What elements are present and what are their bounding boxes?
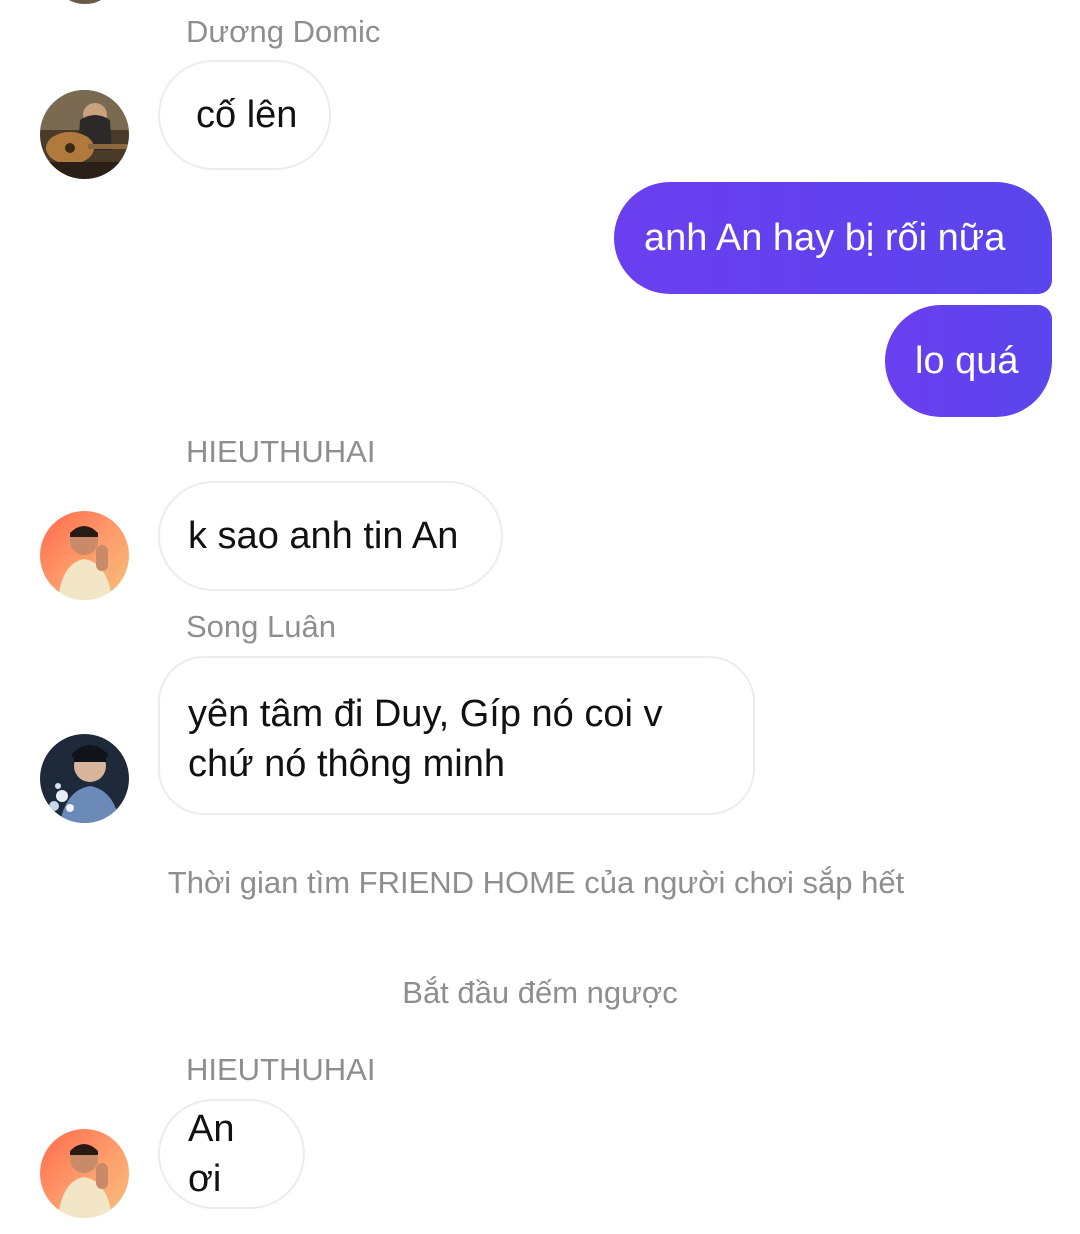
avatar-image	[40, 734, 129, 823]
message-text-block: yên tâm đi Duy, Gíp nó coi v chứ nó thôn…	[188, 689, 663, 789]
message-bubble-incoming[interactable]: yên tâm đi Duy, Gíp nó coi v chứ nó thôn…	[158, 656, 755, 815]
system-notice: Thời gian tìm FRIEND HOME của người chơi…	[167, 865, 905, 900]
avatar-image	[40, 1129, 129, 1218]
message-text-line: chứ nó thông minh	[188, 742, 505, 785]
avatar-hieuthuhai[interactable]	[40, 1129, 129, 1218]
sender-name: Dương Domic	[186, 14, 381, 49]
system-notice: Bắt đầu đếm ngược	[402, 975, 678, 1010]
message-bubble-incoming[interactable]: k sao anh tin An	[158, 481, 503, 591]
avatar-duong-domic[interactable]	[40, 90, 129, 179]
sender-name: HIEUTHUHAI	[186, 1052, 376, 1087]
avatar-image	[40, 511, 129, 600]
message-text: k sao anh tin An	[188, 515, 459, 557]
avatar-hieuthuhai[interactable]	[40, 511, 129, 600]
sender-name: HIEUTHUHAI	[186, 434, 376, 469]
message-text: An ơi	[188, 1108, 235, 1200]
message-text: anh An hay bị rối nữa	[644, 217, 1006, 259]
sender-name: Song Luân	[186, 609, 336, 644]
avatar-image	[40, 90, 129, 179]
message-bubble-incoming[interactable]: cố lên	[158, 60, 331, 170]
avatar-partial-top[interactable]	[60, 0, 110, 4]
message-text: cố lên	[196, 94, 298, 136]
message-text-line: yên tâm đi Duy, Gíp nó coi v	[188, 692, 663, 735]
message-bubble-outgoing[interactable]: anh An hay bị rối nữa	[614, 182, 1052, 294]
message-text: lo quá	[915, 340, 1019, 382]
avatar-song-luan[interactable]	[40, 734, 129, 823]
message-bubble-incoming[interactable]: An ơi	[158, 1099, 305, 1209]
message-bubble-outgoing[interactable]: lo quá	[885, 305, 1052, 417]
